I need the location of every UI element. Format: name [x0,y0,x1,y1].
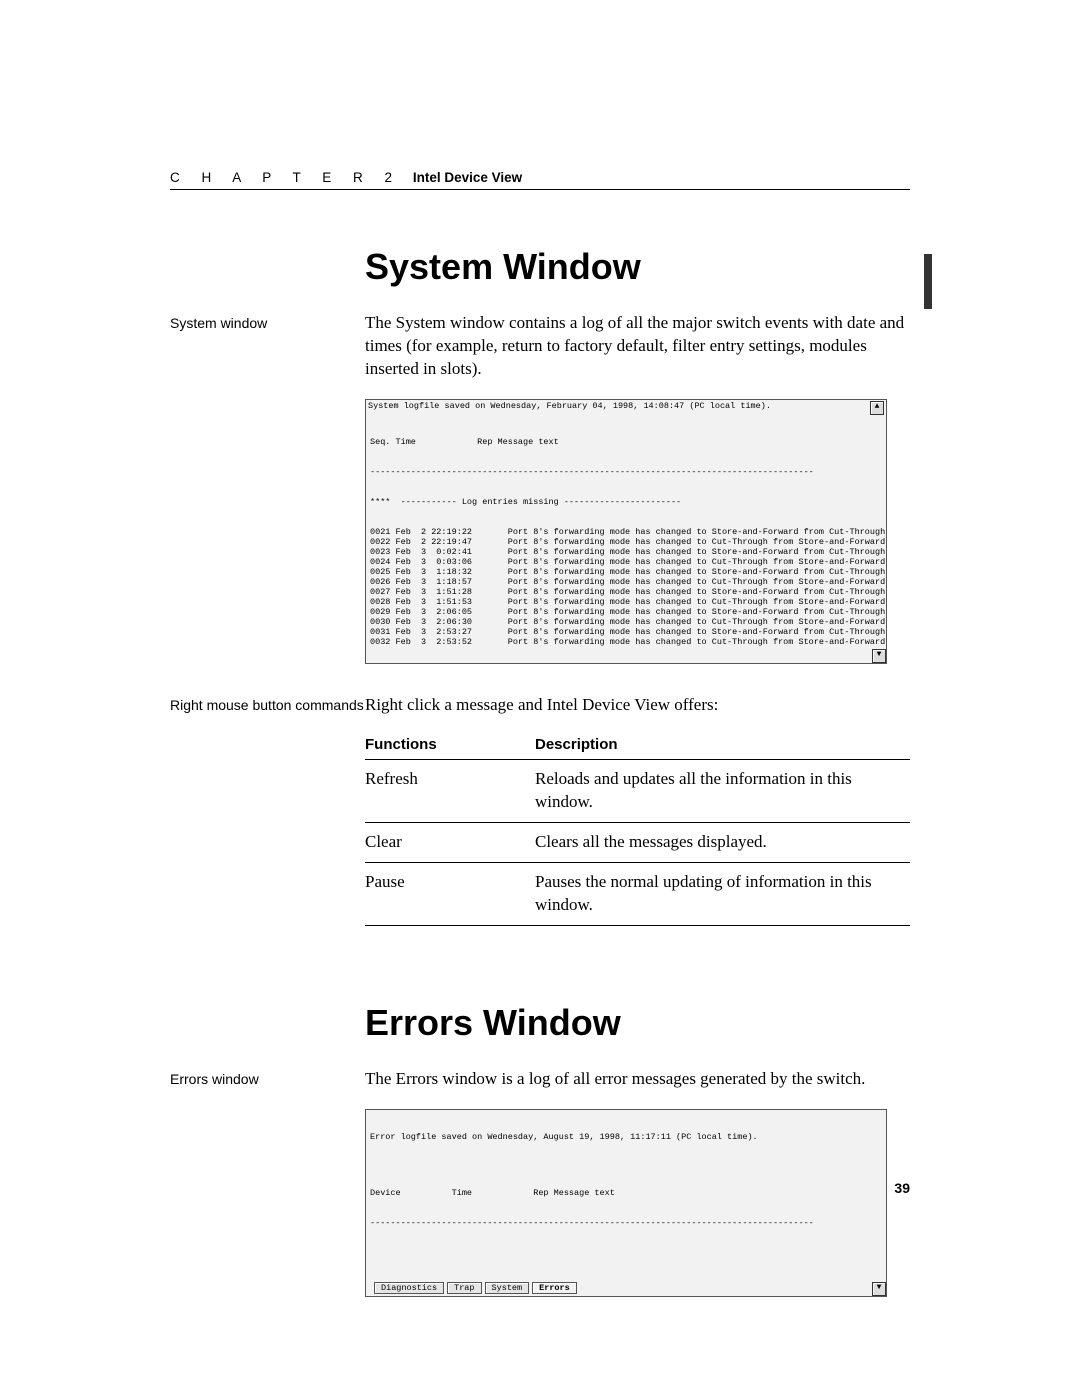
errors-log-rule: ----------------------------------------… [370,1218,882,1228]
scroll-down-button[interactable]: ▼ [872,1282,886,1296]
log-row[interactable]: 0031 Feb 3 2:53:27 Port 8's forwarding m… [370,627,882,637]
log-row[interactable]: 0024 Feb 3 0:03:06 Port 8's forwarding m… [370,557,882,567]
log-row[interactable]: 0025 Feb 3 1:18:32 Port 8's forwarding m… [370,567,882,577]
tab-diagnostics[interactable]: Diagnostics [374,1282,444,1294]
errors-log-title: Error logfile saved on Wednesday, August… [370,1132,882,1142]
side-label-system: System window [170,312,365,334]
function-desc: Reloads and updates all the information … [535,760,910,823]
running-header: C H A P T E R 2 Intel Device View [170,170,910,190]
rclick-intro: Right click a message and Intel Device V… [365,694,910,717]
heading-system-window: System Window [365,246,641,288]
function-desc: Clears all the messages displayed. [535,823,910,863]
side-label-rclick: Right mouse button commands [170,694,365,716]
log-row[interactable]: 0028 Feb 3 1:51:53 Port 8's forwarding m… [370,597,882,607]
log-row[interactable]: 0029 Feb 3 2:06:05 Port 8's forwarding m… [370,607,882,617]
function-name: Pause [365,863,535,926]
screenshot-errors-log: Error logfile saved on Wednesday, August… [365,1109,887,1297]
functions-table: Functions Description RefreshReloads and… [365,731,910,926]
heading-errors-window: Errors Window [365,1002,621,1044]
log-row[interactable]: 0022 Feb 2 22:19:47 Port 8's forwarding … [370,537,882,547]
tab-errors[interactable]: Errors [532,1282,577,1294]
log-row[interactable]: 0032 Feb 3 2:53:52 Port 8's forwarding m… [370,637,882,647]
col-description: Description [535,731,910,760]
system-log-rule: ----------------------------------------… [370,467,882,477]
table-row: PausePauses the normal updating of infor… [365,863,910,926]
scroll-down-button[interactable]: ▼ [872,649,886,663]
log-row[interactable]: 0027 Feb 3 1:51:28 Port 8's forwarding m… [370,587,882,597]
system-log-title: System logfile saved on Wednesday, Febru… [368,401,771,411]
table-row: ClearClears all the messages displayed. [365,823,910,863]
chapter-tab-marker [924,254,932,309]
function-name: Refresh [365,760,535,823]
tab-trap[interactable]: Trap [447,1282,481,1294]
col-functions: Functions [365,731,535,760]
screenshot-system-log: System logfile saved on Wednesday, Febru… [365,399,887,664]
tab-system[interactable]: System [485,1282,530,1294]
page-number: 39 [894,1180,910,1196]
log-row[interactable]: 0030 Feb 3 2:06:30 Port 8's forwarding m… [370,617,882,627]
chapter-title: Intel Device View [413,170,522,185]
scroll-up-button[interactable]: ▲ [870,401,884,415]
log-row[interactable]: 0023 Feb 3 0:02:41 Port 8's forwarding m… [370,547,882,557]
system-log-columns: Seq. Time Rep Message text [370,437,882,447]
system-log-missing: **** ----------- Log entries missing ---… [370,497,882,507]
function-desc: Pauses the normal updating of informatio… [535,863,910,926]
errors-log-columns: Device Time Rep Message text [370,1188,882,1198]
function-name: Clear [365,823,535,863]
chapter-word: C H A P T E R 2 [170,170,401,185]
log-row[interactable]: 0026 Feb 3 1:18:57 Port 8's forwarding m… [370,577,882,587]
paragraph-errors: The Errors window is a log of all error … [365,1068,910,1091]
paragraph-system: The System window contains a log of all … [365,312,910,381]
table-row: RefreshReloads and updates all the infor… [365,760,910,823]
side-label-errors: Errors window [170,1068,365,1090]
log-row[interactable]: 0021 Feb 2 22:19:22 Port 8's forwarding … [370,527,882,537]
